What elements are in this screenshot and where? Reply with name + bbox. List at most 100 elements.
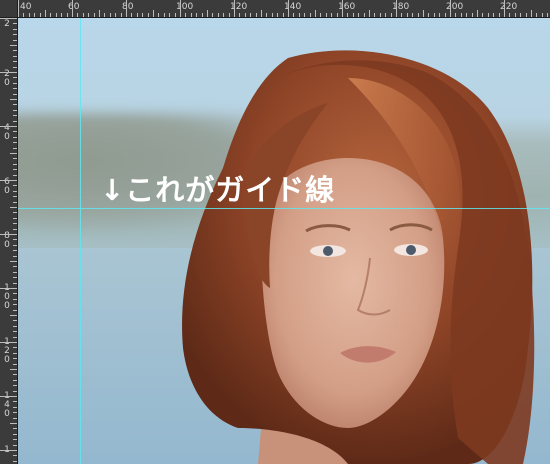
ruler-tick — [13, 158, 17, 160]
ruler-tick — [212, 13, 214, 17]
ruler-tick — [13, 61, 17, 63]
ruler-tick — [0, 126, 17, 127]
ruler-tick — [13, 136, 17, 138]
ruler-tick — [13, 271, 17, 273]
ruler-label: 180 — [392, 2, 410, 12]
ruler-label: 2 — [4, 19, 10, 29]
ruler-tick — [13, 217, 17, 219]
vertical-ruler[interactable]: 2 20 40 60 80 100 120 140 1 — [0, 18, 18, 464]
vertical-guide-line[interactable] — [80, 18, 81, 464]
ruler-tick — [13, 406, 17, 408]
ruler-tick — [45, 10, 46, 17]
ruler-tick — [493, 13, 495, 17]
ruler-tick — [0, 450, 17, 451]
ruler-tick — [255, 13, 257, 17]
ruler-tick — [13, 104, 17, 106]
ruler-tick — [0, 342, 17, 343]
ruler-tick — [13, 331, 17, 333]
ruler-tick — [0, 18, 17, 19]
ruler-tick — [10, 261, 17, 262]
ruler-tick — [174, 13, 176, 17]
ruler-tick — [423, 10, 424, 17]
ruler-tick — [406, 13, 408, 17]
ruler-tick — [277, 13, 279, 17]
ruler-tick — [13, 412, 17, 414]
ruler-tick — [169, 13, 171, 17]
ruler-tick — [13, 309, 17, 311]
ruler-tick — [271, 13, 273, 17]
ruler-tick — [13, 88, 17, 90]
ruler-tick — [282, 13, 284, 17]
ruler-tick — [239, 13, 241, 17]
ruler-tick — [0, 234, 17, 235]
horizontal-ruler[interactable]: 40 60 80 100 120 140 160 180 200 220 — [18, 0, 550, 18]
ruler-tick — [13, 282, 17, 284]
ruler-tick — [498, 13, 500, 17]
ruler-tick — [244, 13, 246, 17]
ruler-label: 80 — [122, 2, 134, 12]
ruler-tick — [13, 325, 17, 327]
ruler-tick — [455, 13, 457, 17]
ruler-tick — [509, 13, 511, 17]
ruler-tick — [352, 13, 354, 17]
ruler-tick — [13, 352, 17, 354]
ruler-tick — [13, 93, 17, 95]
ruler-tick — [13, 439, 17, 441]
left-iris — [323, 246, 333, 256]
ruler-tick — [13, 120, 17, 122]
ruler-tick — [13, 239, 17, 241]
ruler-tick — [109, 13, 111, 17]
ruler-tick — [325, 13, 327, 17]
ruler-tick — [10, 369, 17, 370]
ruler-tick — [331, 13, 333, 17]
ruler-tick — [13, 82, 17, 84]
ruler-tick — [0, 72, 17, 73]
ruler-tick — [514, 13, 516, 17]
ruler-tick — [379, 13, 381, 17]
ruler-tick — [13, 244, 17, 246]
ruler-tick — [142, 13, 144, 17]
ruler-tick — [120, 13, 122, 17]
ruler-tick — [13, 185, 17, 187]
ruler-tick — [13, 109, 17, 111]
ruler-tick — [482, 13, 484, 17]
ruler-tick — [13, 293, 17, 295]
ruler-tick — [531, 10, 532, 17]
ruler-tick — [217, 13, 219, 17]
ruler-label: 40 — [20, 2, 32, 12]
ruler-tick — [10, 153, 17, 154]
ruler-tick — [13, 147, 17, 149]
ruler-tick — [13, 374, 17, 376]
ruler-tick — [99, 10, 100, 17]
ruler-tick — [13, 444, 17, 446]
ruler-tick — [385, 13, 387, 17]
ruler-tick — [13, 228, 17, 230]
ruler-label: 120 — [230, 2, 248, 12]
ruler-tick — [13, 131, 17, 133]
ruler-label: 60 — [68, 2, 80, 12]
ruler-tick — [10, 423, 17, 424]
ruler-tick — [0, 288, 17, 289]
ruler-tick — [13, 23, 17, 25]
ruler-tick — [147, 13, 149, 17]
ruler-tick — [10, 315, 17, 316]
ruler-tick — [342, 0, 343, 17]
ruler-tick — [13, 277, 17, 279]
ruler-tick — [72, 0, 73, 17]
ruler-tick — [369, 10, 370, 17]
ruler-tick — [444, 13, 446, 17]
ruler-tick — [13, 196, 17, 198]
ruler-tick — [0, 180, 17, 181]
ruler-tick — [34, 13, 36, 17]
ruler-tick — [536, 13, 538, 17]
ruler-tick — [13, 174, 17, 176]
ruler-tick — [136, 13, 138, 17]
ruler-tick — [13, 223, 17, 225]
ruler-tick — [250, 13, 252, 17]
ruler-corner — [0, 0, 18, 18]
ruler-tick — [520, 13, 522, 17]
ruler-tick — [13, 428, 17, 430]
ruler-tick — [13, 28, 17, 30]
ruler-tick — [13, 255, 17, 257]
image-canvas[interactable] — [18, 18, 550, 464]
